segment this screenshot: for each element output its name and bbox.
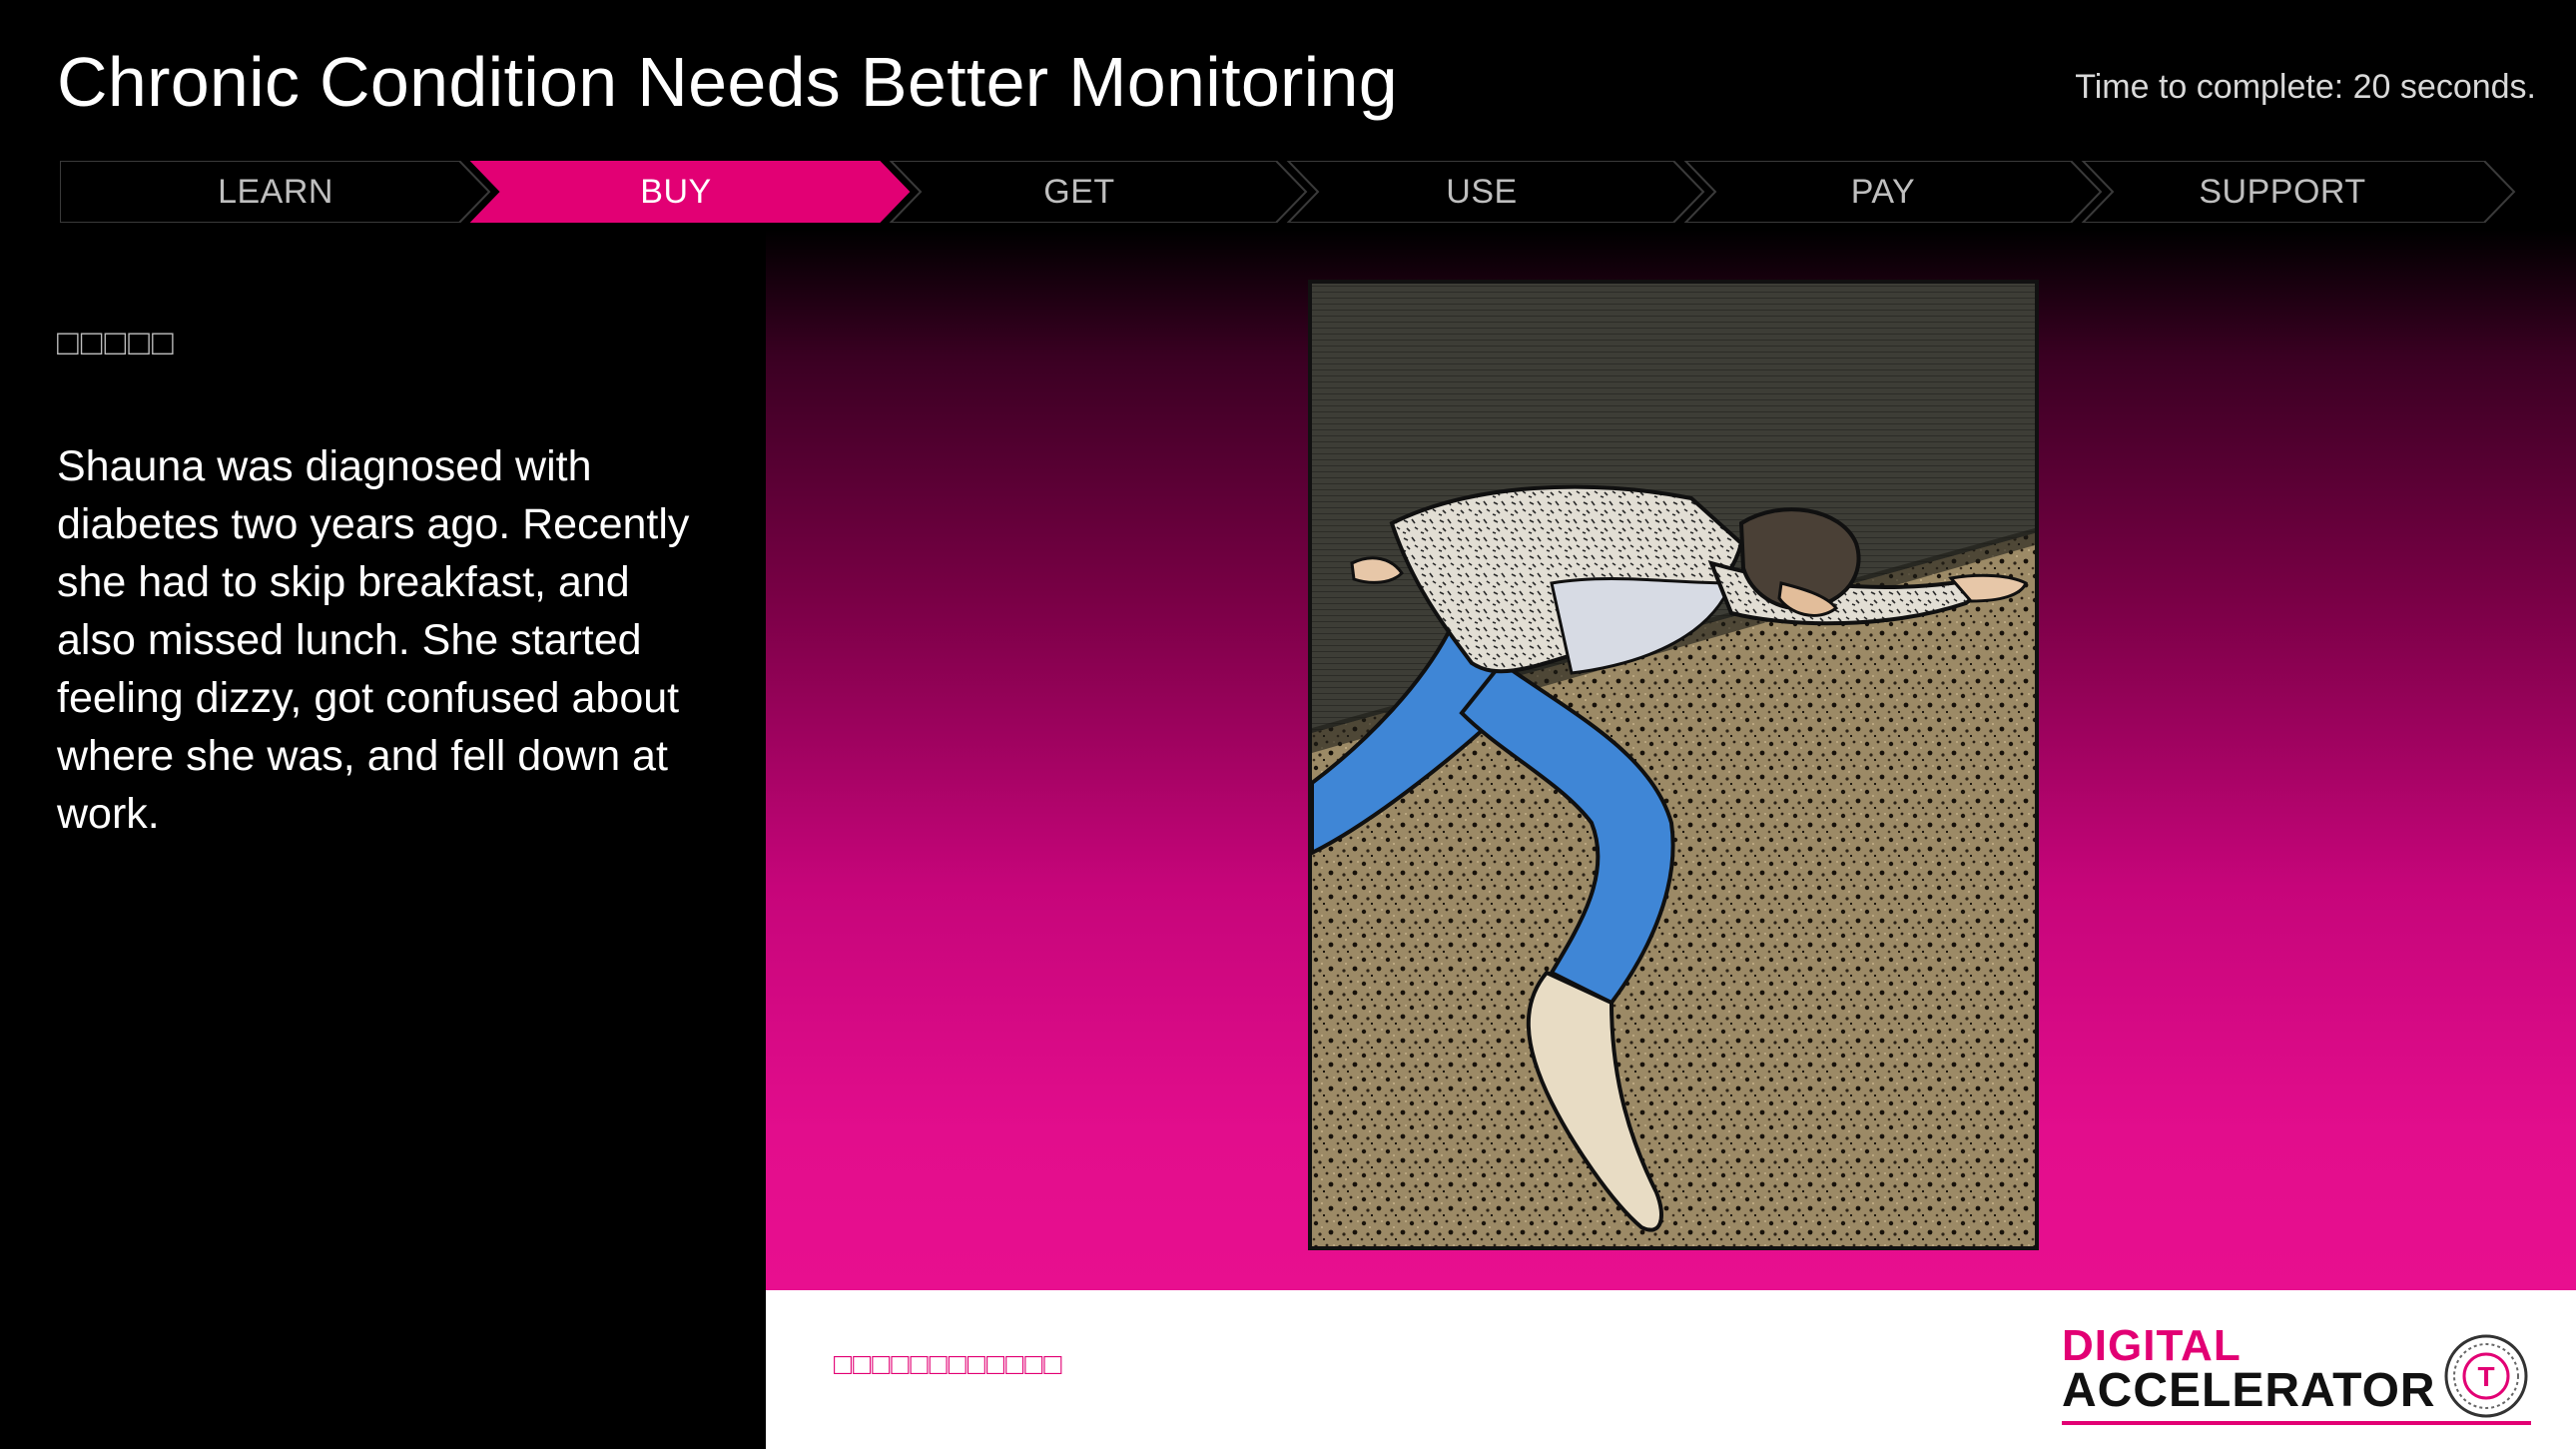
logo-line2: ACCELERATOR (2062, 1364, 2436, 1417)
logo-line1: DIGITAL (2062, 1321, 2242, 1370)
digital-accelerator-logo: DIGITAL ACCELERATOR T (2062, 1323, 2541, 1433)
step-support[interactable]: SUPPORT (2133, 161, 2432, 223)
time-to-complete: Time to complete: 20 seconds. (2075, 68, 2536, 106)
section-heading: □□□□□ (57, 322, 176, 362)
story-text: Shauna was diagnosed with diabetes two y… (57, 442, 690, 838)
step-pay[interactable]: PAY (1733, 161, 2033, 223)
slide-title: Chronic Condition Needs Better Monitorin… (57, 43, 1398, 121)
step-get[interactable]: GET (930, 161, 1229, 223)
footer-note: □□□□□□□□□□□□ (834, 1348, 1063, 1381)
step-buy[interactable]: BUY (526, 161, 826, 223)
t-seal-icon: T (2444, 1334, 2528, 1418)
journey-steps: LEARN BUY GET USE PAY SUPPORT (60, 161, 2516, 223)
logo-underline (2062, 1421, 2531, 1425)
fallen-person-illustration (1312, 284, 2035, 1246)
step-use[interactable]: USE (1332, 161, 1631, 223)
slide: Chronic Condition Needs Better Monitorin… (0, 0, 2576, 1449)
scenario-photo (1308, 280, 2039, 1250)
step-learn[interactable]: LEARN (126, 161, 425, 223)
seal-mark: T (2477, 1361, 2494, 1392)
